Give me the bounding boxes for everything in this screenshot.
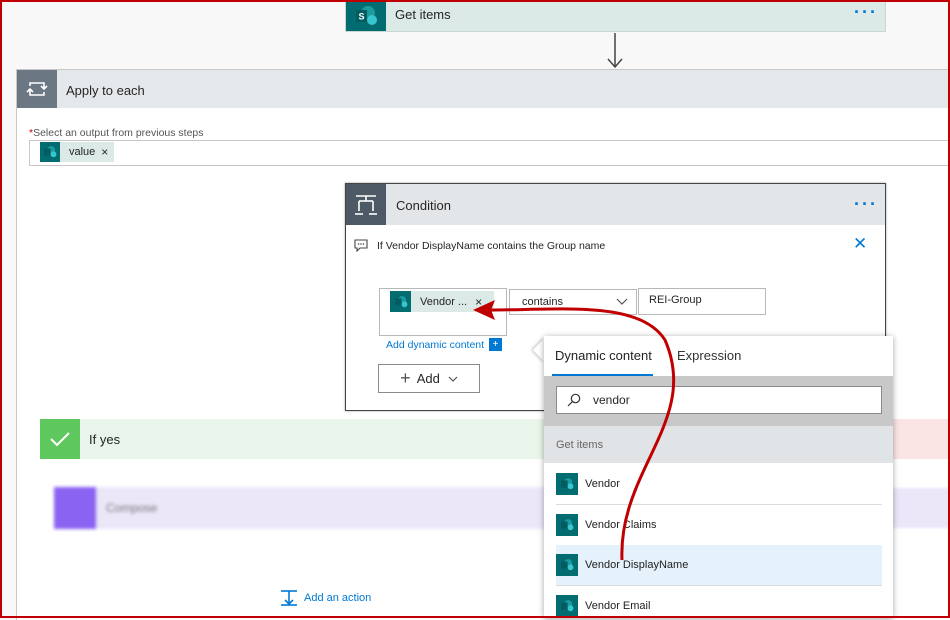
remove-token-icon[interactable]: × bbox=[101, 145, 108, 159]
get-items-card[interactable]: S Get items ··· bbox=[345, 0, 886, 32]
field-label-text: Select an output from previous steps bbox=[33, 127, 204, 139]
sharepoint-icon bbox=[556, 473, 578, 495]
sharepoint-icon bbox=[390, 291, 411, 312]
condition-left-operand[interactable]: Vendor ... × bbox=[379, 288, 507, 336]
list-item-label: Vendor Email bbox=[585, 600, 651, 612]
condition-header[interactable]: Condition ··· bbox=[346, 184, 885, 225]
operator-value: contains bbox=[522, 296, 563, 308]
list-item-label: Vendor bbox=[585, 478, 620, 490]
value-token[interactable]: value × bbox=[40, 142, 114, 162]
sharepoint-icon bbox=[556, 595, 578, 617]
vendor-token[interactable]: Vendor ... × bbox=[390, 291, 494, 312]
chevron-down-icon bbox=[616, 298, 628, 305]
search-input[interactable]: vendor bbox=[556, 386, 882, 414]
condition-icon bbox=[346, 184, 386, 225]
if-yes-header[interactable]: If yes bbox=[40, 419, 545, 459]
dynamic-content-panel: Dynamic content Expression vendor Get it… bbox=[544, 336, 893, 618]
field-label: *Select an output from previous steps bbox=[29, 127, 204, 139]
svg-text:S: S bbox=[359, 11, 365, 21]
compose-title: Compose bbox=[106, 501, 158, 515]
group-header: Get items bbox=[544, 426, 893, 463]
condition-right-operand[interactable]: REI-Group bbox=[638, 288, 766, 315]
right-operand-value: REI-Group bbox=[649, 294, 702, 306]
get-items-title: Get items bbox=[395, 7, 451, 22]
flow-arrow-icon bbox=[607, 33, 623, 69]
loop-icon bbox=[17, 70, 57, 108]
search-value: vendor bbox=[593, 393, 630, 407]
list-item-label: Vendor Claims bbox=[585, 519, 657, 531]
more-options-icon[interactable]: ··· bbox=[854, 2, 878, 23]
add-button-label: Add bbox=[416, 371, 440, 386]
add-dynamic-icon: + bbox=[489, 338, 503, 351]
tab-dynamic-content[interactable]: Dynamic content bbox=[555, 348, 652, 363]
add-dynamic-label: Add dynamic content bbox=[386, 338, 485, 351]
condition-comment: If Vendor DisplayName contains the Group… bbox=[377, 240, 606, 252]
add-an-action-label: Add an action bbox=[304, 592, 372, 604]
condition-title: Condition bbox=[396, 198, 451, 213]
operator-select[interactable]: contains bbox=[509, 289, 637, 315]
compose-action[interactable]: Compose bbox=[54, 487, 546, 529]
more-options-icon[interactable]: ··· bbox=[854, 194, 878, 215]
sharepoint-icon bbox=[40, 142, 60, 162]
add-action-icon bbox=[281, 590, 297, 606]
output-select-input[interactable]: value × bbox=[29, 140, 950, 166]
list-item-selected[interactable]: Vendor DisplayName bbox=[556, 545, 882, 586]
tab-expression[interactable]: Expression bbox=[677, 348, 741, 363]
list-item[interactable]: Vendor Email bbox=[556, 586, 882, 618]
group-title: Get items bbox=[556, 439, 604, 451]
compose-icon bbox=[54, 487, 96, 529]
list-item[interactable]: Vendor Claims bbox=[556, 505, 882, 546]
search-icon bbox=[567, 393, 581, 407]
remove-token-icon[interactable]: × bbox=[475, 295, 482, 309]
add-button[interactable]: + Add bbox=[378, 364, 480, 393]
plus-icon: + bbox=[400, 368, 411, 388]
checkmark-icon bbox=[40, 419, 80, 459]
apply-to-each-title: Apply to each bbox=[66, 83, 145, 98]
token-label: Vendor ... bbox=[420, 295, 468, 308]
add-an-action-button[interactable]: Add an action bbox=[280, 589, 371, 607]
sharepoint-icon bbox=[556, 514, 578, 536]
if-yes-title: If yes bbox=[89, 432, 121, 447]
list-item[interactable]: Vendor bbox=[556, 464, 882, 505]
sharepoint-icon: S bbox=[346, 0, 386, 31]
close-icon[interactable]: ✕ bbox=[853, 234, 867, 254]
list-item-label: Vendor DisplayName bbox=[585, 559, 689, 571]
sharepoint-icon bbox=[556, 554, 578, 576]
add-dynamic-content-link[interactable]: Add dynamic content + bbox=[386, 338, 503, 351]
comment-icon bbox=[354, 239, 368, 252]
search-area: vendor bbox=[544, 376, 893, 426]
token-label: value bbox=[69, 146, 96, 158]
apply-to-each-header[interactable]: Apply to each bbox=[17, 70, 950, 108]
chevron-down-icon bbox=[448, 376, 458, 382]
